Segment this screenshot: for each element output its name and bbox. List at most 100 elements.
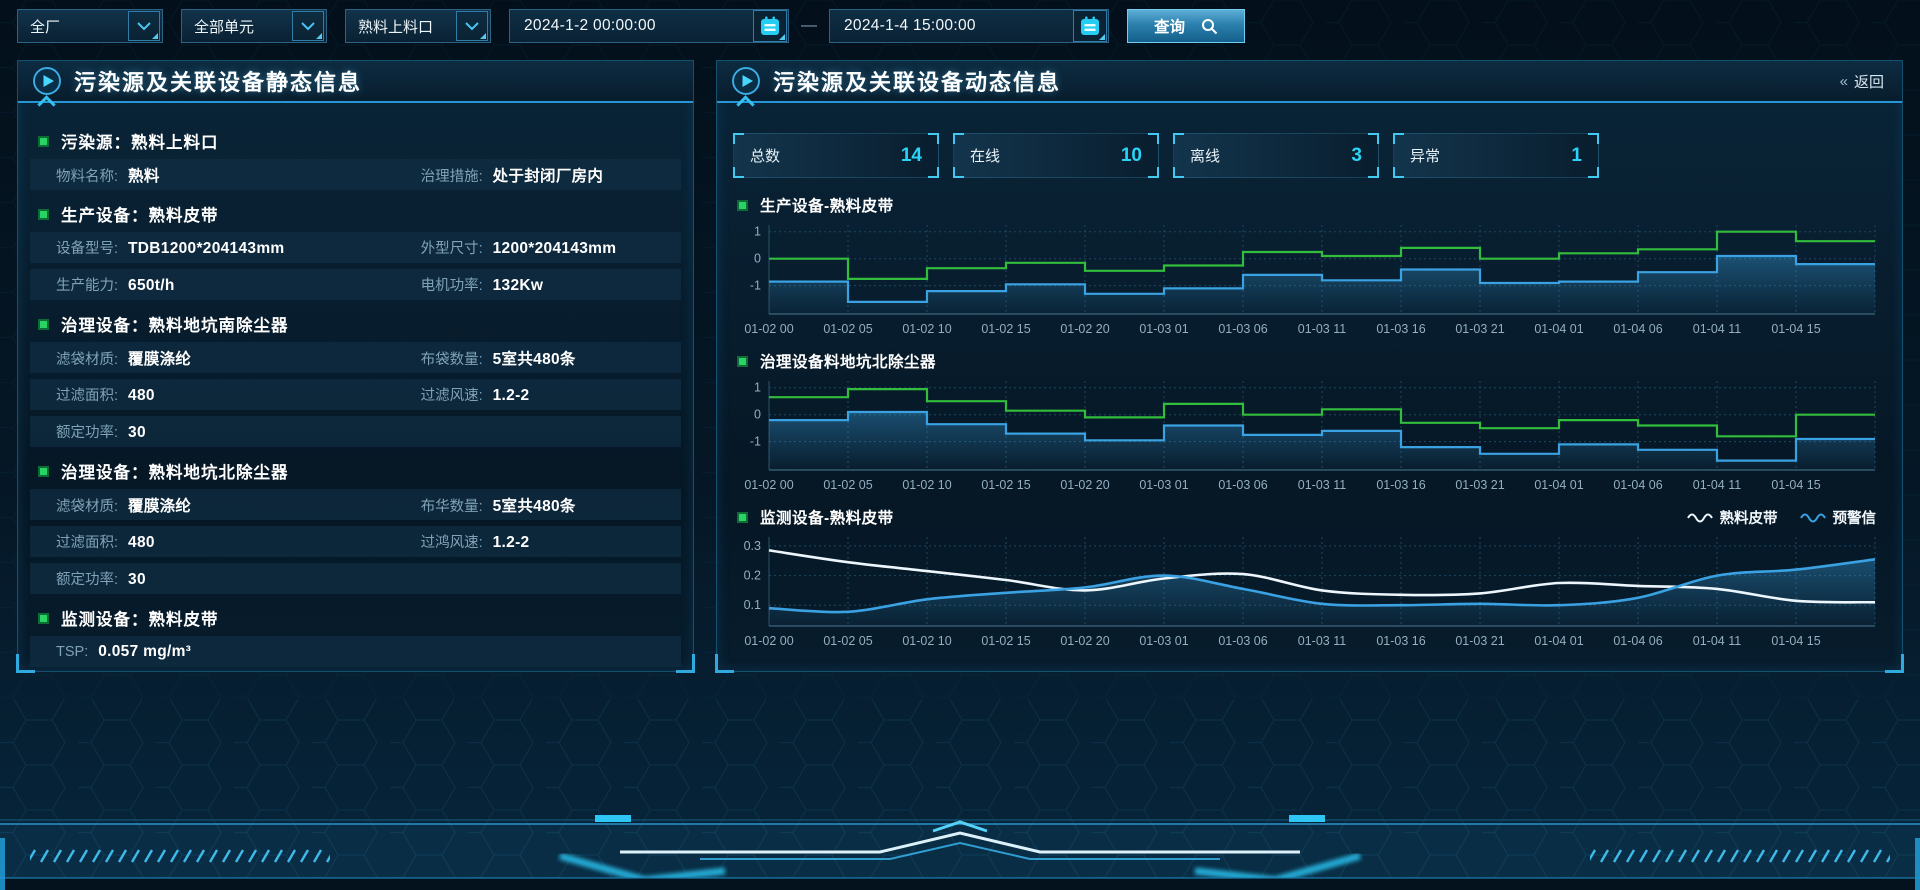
info-cell: TSP: 0.057 mg/m³	[30, 643, 421, 661]
search-button-label: 查询	[1154, 15, 1185, 37]
info-value: 5室共480条	[493, 494, 576, 516]
dynamic-panel-title: 污染源及关联设备动态信息	[773, 65, 1061, 97]
svg-text:01-04 15: 01-04 15	[1771, 322, 1820, 336]
chart-block: 生产设备-熟料皮带 10-101-02 0001-02 0501-02 1001-…	[733, 194, 1890, 340]
pollution-source-select[interactable]: 熟料上料口	[345, 9, 491, 43]
corner-bracket	[1148, 167, 1159, 178]
info-cell: 电机功率:132Kw	[421, 274, 681, 295]
static-panel-header: 污染源及关联设备静态信息	[18, 61, 693, 103]
svg-text:01-04 15: 01-04 15	[1771, 634, 1820, 648]
corner-bracket	[1588, 167, 1599, 178]
info-label: 外型尺寸:	[421, 237, 483, 258]
info-cell: 过鸿风速:1.2-2	[421, 531, 681, 552]
info-row: 物料名称:熟料治理措施:处于封闭厂房内	[30, 159, 681, 190]
green-square-icon	[737, 200, 748, 211]
section-header-row: 污染源：熟料上料口	[38, 129, 681, 153]
svg-text:01-03 21: 01-03 21	[1455, 478, 1504, 492]
info-label: 过滤风速:	[421, 384, 483, 405]
search-icon	[1201, 18, 1218, 35]
info-label: 电机功率:	[421, 274, 483, 295]
legend-label: 熟料皮带	[1720, 507, 1778, 528]
info-cell: 物料名称:熟料	[30, 164, 421, 186]
green-square-icon	[38, 209, 49, 220]
green-square-icon	[737, 512, 748, 523]
info-label: TSP:	[56, 644, 88, 660]
corner-bracket	[1368, 167, 1379, 178]
plant-select-value: 全厂	[30, 16, 60, 37]
info-label: 过滤面积:	[56, 384, 118, 405]
chart-block: 治理设备料地坑北除尘器10-101-02 0001-02 0501-02 100…	[733, 350, 1890, 496]
section-header-row: 监测设备：熟料皮带	[38, 606, 681, 630]
info-value: 30	[128, 571, 146, 589]
calendar-icon[interactable]	[1073, 10, 1107, 42]
stats-row: 总数14在线10离线3异常1	[733, 133, 1890, 178]
svg-text:0.1: 0.1	[744, 598, 761, 612]
green-square-icon	[38, 136, 49, 147]
date-range-separator: —	[801, 17, 817, 35]
stat-card: 总数14	[733, 133, 939, 178]
info-label: 布袋数量:	[421, 348, 483, 369]
svg-text:01-03 16: 01-03 16	[1376, 322, 1425, 336]
stat-label: 离线	[1190, 145, 1220, 166]
info-cell: 过滤面积:480	[30, 531, 421, 552]
chart-canvas: 10-101-02 0001-02 0501-02 1001-02 1501-0…	[733, 222, 1883, 340]
info-cell: 生产能力:650t/h	[30, 274, 421, 295]
info-label: 滤袋材质:	[56, 495, 118, 516]
info-cell: 过滤面积:480	[30, 384, 421, 405]
info-value: 0.057 mg/m³	[98, 643, 191, 661]
unit-select-value: 全部单元	[194, 16, 254, 37]
plant-select[interactable]: 全厂	[17, 9, 163, 43]
svg-text:01-04 01: 01-04 01	[1534, 478, 1583, 492]
stat-label: 异常	[1410, 145, 1440, 166]
svg-text:01-03 21: 01-03 21	[1455, 634, 1504, 648]
chevron-down-icon[interactable]	[292, 11, 324, 41]
info-cell: 滤袋材质:覆膜涤纶	[30, 347, 421, 369]
info-value: 480	[128, 534, 155, 552]
info-cell: 布袋数量:5室共480条	[421, 347, 681, 369]
static-info-panel: 污染源及关联设备静态信息 污染源：熟料上料口物料名称:熟料治理措施:处于封闭厂房…	[17, 60, 694, 672]
calendar-icon[interactable]	[753, 10, 787, 42]
svg-text:01-04 15: 01-04 15	[1771, 478, 1820, 492]
date-to-input[interactable]: 2024-1-4 15:00:00	[829, 9, 1109, 43]
svg-text:01-02 05: 01-02 05	[823, 478, 872, 492]
date-from-input[interactable]: 2024-1-2 00:00:00	[509, 9, 789, 43]
legend-item[interactable]: 预警信	[1800, 507, 1877, 528]
back-button-label: 返回	[1854, 71, 1884, 92]
legend-item[interactable]: 熟料皮带	[1687, 507, 1778, 528]
svg-text:01-02 00: 01-02 00	[744, 322, 793, 336]
svg-text:01-02 20: 01-02 20	[1060, 478, 1109, 492]
svg-text:01-02 20: 01-02 20	[1060, 634, 1109, 648]
info-value: 30	[128, 424, 146, 442]
svg-text:01-02 15: 01-02 15	[981, 478, 1030, 492]
info-row: 设备型号:TDB1200*204143mm外型尺寸:1200*204143mm	[30, 232, 681, 263]
play-icon	[32, 66, 62, 96]
section-header-row: 生产设备：熟料皮带	[38, 202, 681, 226]
svg-text:01-04 01: 01-04 01	[1534, 634, 1583, 648]
corner-bracket	[953, 133, 964, 144]
corner-bracket	[1393, 167, 1404, 178]
info-value: 处于封闭厂房内	[493, 164, 604, 186]
back-button[interactable]: « 返回	[1828, 61, 1896, 101]
svg-text:01-02 15: 01-02 15	[981, 634, 1030, 648]
chevron-down-icon[interactable]	[456, 11, 488, 41]
svg-text:01-03 11: 01-03 11	[1298, 634, 1346, 648]
unit-select[interactable]: 全部单元	[181, 9, 327, 43]
svg-text:01-03 06: 01-03 06	[1218, 634, 1267, 648]
corner-bracket	[953, 167, 964, 178]
static-info-list: 污染源：熟料上料口物料名称:熟料治理措施:处于封闭厂房内生产设备：熟料皮带设备型…	[18, 103, 693, 667]
svg-text:01-03 01: 01-03 01	[1139, 478, 1188, 492]
corner-bracket	[1393, 133, 1404, 144]
stat-label: 在线	[970, 145, 1000, 166]
chevron-down-icon[interactable]	[128, 11, 160, 41]
info-value: 熟料	[128, 164, 160, 186]
svg-text:01-03 01: 01-03 01	[1139, 634, 1188, 648]
search-button[interactable]: 查询	[1127, 9, 1245, 43]
toolbar: 全厂 全部单元 熟料上料口 2024-1-2 00:00:00 — 2024	[17, 8, 1245, 44]
info-row: 过滤面积:480过鸿风速:1.2-2	[30, 526, 681, 557]
pollution-source-select-value: 熟料上料口	[358, 16, 433, 37]
chart-canvas: 10-101-02 0001-02 0501-02 1001-02 1501-0…	[733, 378, 1883, 496]
chart-title-row: 生产设备-熟料皮带	[737, 194, 1890, 216]
svg-text:01-03 06: 01-03 06	[1218, 322, 1267, 336]
info-cell: 额定功率:30	[30, 421, 421, 442]
svg-text:01-03 11: 01-03 11	[1298, 322, 1346, 336]
